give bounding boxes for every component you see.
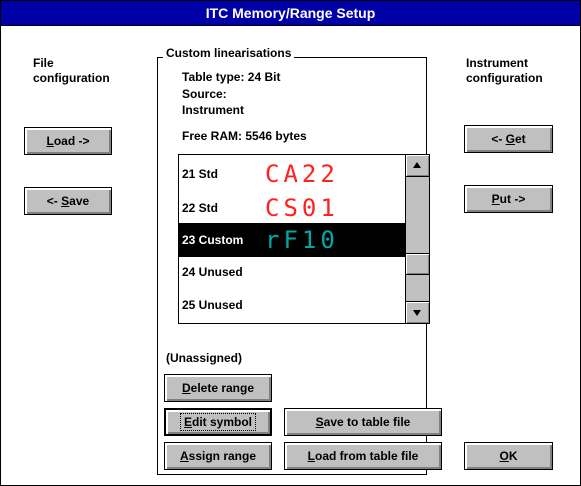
window-title: ITC Memory/Range Setup (1, 1, 580, 26)
list-item-label: 23 Custom (182, 233, 244, 247)
itc-setup-window: ITC Memory/Range Setup File configuratio… (0, 0, 581, 486)
lcd-symbol: CA22 (265, 160, 339, 188)
listbox-scrollbar[interactable] (405, 155, 429, 323)
list-item-label: 22 Std (182, 201, 219, 215)
source-label: Source: (182, 87, 227, 101)
list-item-label: 25 Unused (182, 298, 243, 312)
load-button[interactable]: Load -> (24, 127, 112, 155)
assign-range-button[interactable]: Assign range (164, 442, 272, 470)
list-item-label: 21 Std (182, 167, 219, 181)
assignment-status: (Unassigned) (166, 351, 243, 365)
save-to-table-file-button[interactable]: Save to table file (284, 408, 442, 436)
load-button-rest: oad -> (53, 134, 90, 148)
put-button[interactable]: Put -> (464, 185, 553, 213)
file-config-heading-line2: configuration (33, 71, 110, 85)
list-item-25[interactable]: 25 Unused (179, 288, 405, 322)
linearisation-listbox[interactable]: 21 Std CA22 22 Std CS01 23 Custom rF10 2… (178, 154, 430, 324)
list-item-label: 24 Unused (182, 265, 243, 279)
list-item-21[interactable]: 21 Std CA22 (179, 157, 405, 191)
delete-range-button[interactable]: Delete range (164, 374, 272, 402)
load-from-table-file-button[interactable]: Load from table file (284, 442, 442, 470)
scroll-up-button[interactable] (406, 155, 429, 177)
free-ram-label: Free RAM: 5546 bytes (182, 129, 307, 143)
instrument-config-heading-line1: Instrument (466, 56, 529, 70)
edit-symbol-button[interactable]: Edit symbol (164, 408, 272, 436)
custom-linearisations-title: Custom linearisations (163, 46, 295, 60)
instrument-config-heading-line2: configuration (466, 71, 543, 85)
list-item-23[interactable]: 23 Custom rF10 (179, 223, 405, 257)
table-type-label: Table type: 24 Bit (182, 70, 281, 84)
scroll-down-button[interactable] (406, 301, 429, 323)
file-config-heading-line1: File (33, 56, 54, 70)
arrow-down-icon (413, 310, 421, 316)
list-item-24[interactable]: 24 Unused (179, 255, 405, 289)
lcd-symbol: CS01 (265, 194, 339, 222)
lcd-symbol: rF10 (265, 226, 339, 254)
source-value: Instrument (182, 103, 245, 117)
save-button[interactable]: <- Save (24, 187, 112, 215)
ok-button[interactable]: OK (464, 442, 553, 470)
list-item-22[interactable]: 22 Std CS01 (179, 191, 405, 225)
get-button[interactable]: <- Get (464, 125, 553, 153)
scroll-thumb[interactable] (406, 253, 429, 275)
arrow-up-icon (413, 162, 421, 168)
